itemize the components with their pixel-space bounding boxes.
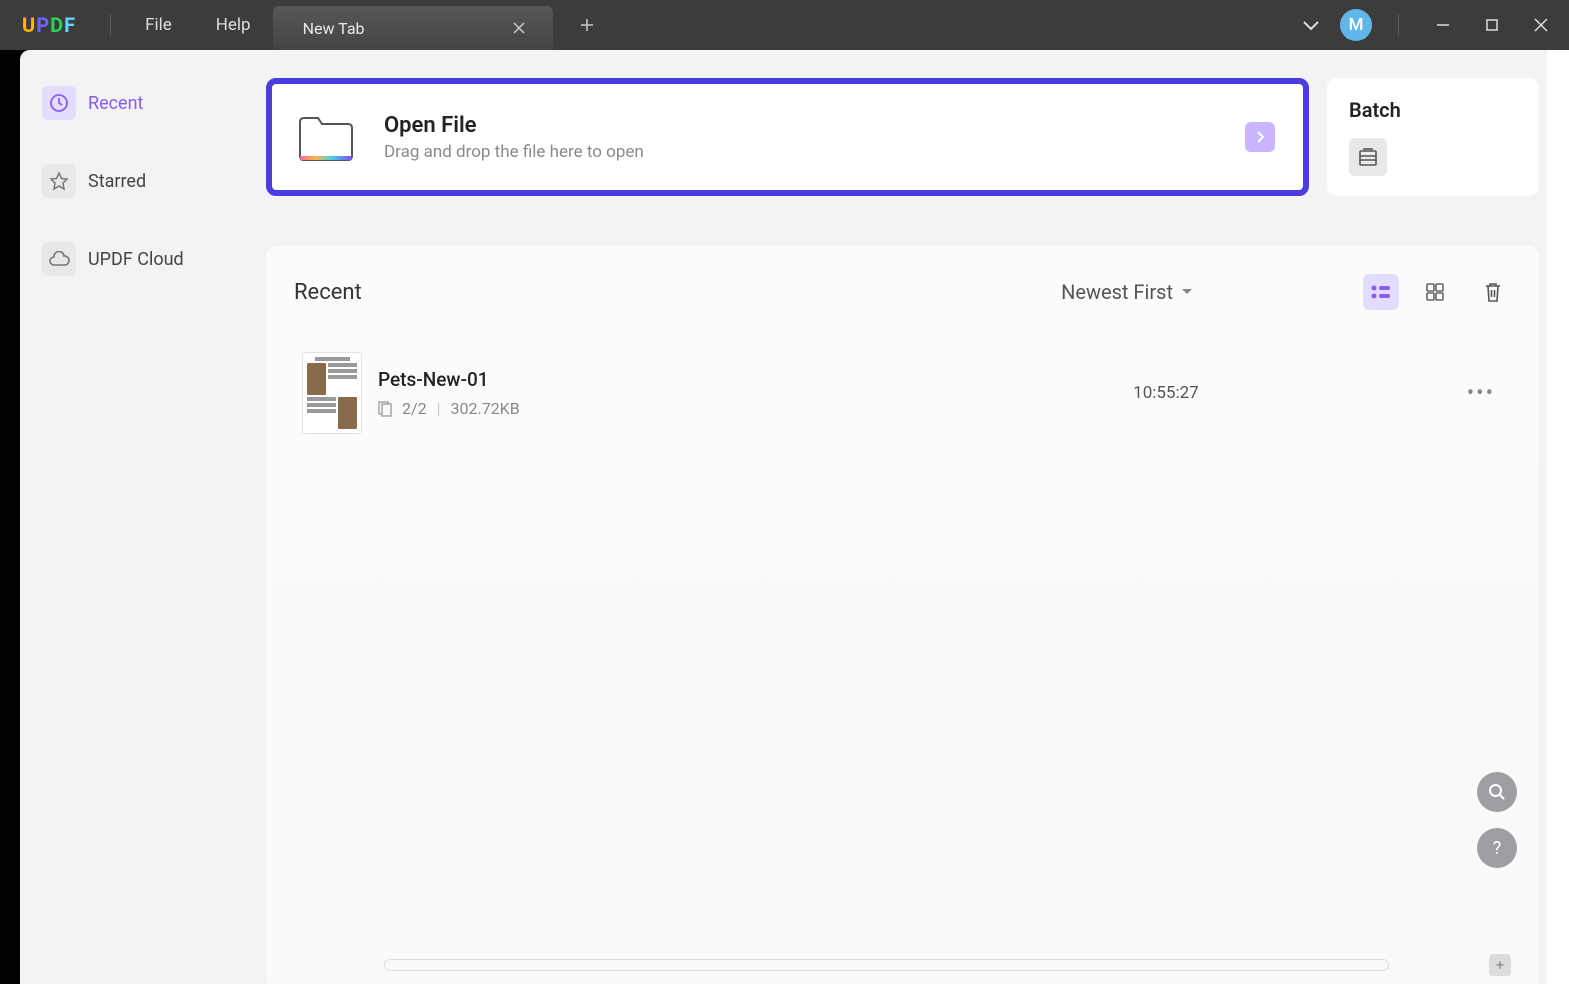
tab-new[interactable]: New Tab bbox=[273, 6, 553, 50]
titlebar: UPDF File Help New Tab M bbox=[0, 0, 1569, 50]
help-float-button[interactable]: ? bbox=[1477, 828, 1517, 868]
more-icon[interactable]: ••• bbox=[1459, 377, 1503, 410]
sort-dropdown[interactable]: Newest First bbox=[1061, 280, 1193, 304]
close-icon[interactable] bbox=[505, 14, 533, 42]
sidebar-item-label: UPDF Cloud bbox=[88, 249, 184, 270]
minimize-button[interactable] bbox=[1425, 11, 1461, 39]
file-name: Pets-New-01 bbox=[378, 368, 520, 391]
updf-logo: UPDF bbox=[0, 13, 98, 37]
clock-icon bbox=[42, 86, 76, 120]
sidebar-item-label: Starred bbox=[88, 171, 146, 192]
status-bar bbox=[384, 959, 1389, 971]
batch-title: Batch bbox=[1349, 98, 1517, 122]
list-view-button[interactable] bbox=[1363, 274, 1399, 310]
sidebar-item-cloud[interactable]: UPDF Cloud bbox=[34, 234, 206, 284]
titlebar-right: M bbox=[1296, 9, 1569, 41]
search-float-button[interactable] bbox=[1477, 772, 1517, 812]
close-button[interactable] bbox=[1523, 11, 1559, 39]
batch-icon bbox=[1349, 138, 1387, 176]
open-file-card[interactable]: Open File Drag and drop the file here to… bbox=[266, 78, 1309, 196]
trash-button[interactable] bbox=[1475, 274, 1511, 310]
sidebar-item-recent[interactable]: Recent bbox=[34, 78, 206, 128]
file-pages: 2/2 bbox=[402, 399, 427, 418]
menu-help[interactable]: Help bbox=[194, 15, 273, 35]
cloud-icon bbox=[42, 242, 76, 276]
file-row[interactable]: Pets-New-01 2/2 | 302.72KB 10:55:27 ••• bbox=[294, 338, 1511, 448]
tab-label: New Tab bbox=[303, 19, 365, 38]
recent-title: Recent bbox=[294, 280, 362, 305]
avatar[interactable]: M bbox=[1340, 9, 1372, 41]
sort-label: Newest First bbox=[1061, 280, 1173, 304]
divider bbox=[110, 14, 111, 36]
maximize-button[interactable] bbox=[1475, 12, 1509, 38]
new-tab-button[interactable] bbox=[567, 5, 607, 45]
file-time: 10:55:27 bbox=[1133, 383, 1199, 403]
grid-view-button[interactable] bbox=[1417, 274, 1453, 310]
page-icon bbox=[378, 401, 392, 417]
chevron-down-icon[interactable] bbox=[1296, 13, 1326, 37]
divider bbox=[1398, 14, 1399, 36]
triangle-down-icon bbox=[1181, 288, 1193, 296]
sidebar: Recent Starred UPDF Cloud bbox=[20, 50, 220, 998]
star-icon bbox=[42, 164, 76, 198]
plus-button[interactable]: + bbox=[1489, 954, 1511, 976]
recent-panel: Recent Newest First bbox=[266, 246, 1539, 988]
open-file-title: Open File bbox=[384, 113, 644, 138]
folder-icon bbox=[296, 110, 356, 164]
batch-card[interactable]: Batch bbox=[1327, 78, 1539, 196]
sidebar-item-starred[interactable]: Starred bbox=[34, 156, 206, 206]
open-file-subtitle: Drag and drop the file here to open bbox=[384, 142, 644, 162]
menu-file[interactable]: File bbox=[123, 15, 194, 35]
file-thumbnail bbox=[302, 352, 362, 434]
chevron-right-icon[interactable] bbox=[1245, 122, 1275, 152]
sidebar-item-label: Recent bbox=[88, 93, 143, 114]
file-size: 302.72KB bbox=[451, 399, 520, 418]
